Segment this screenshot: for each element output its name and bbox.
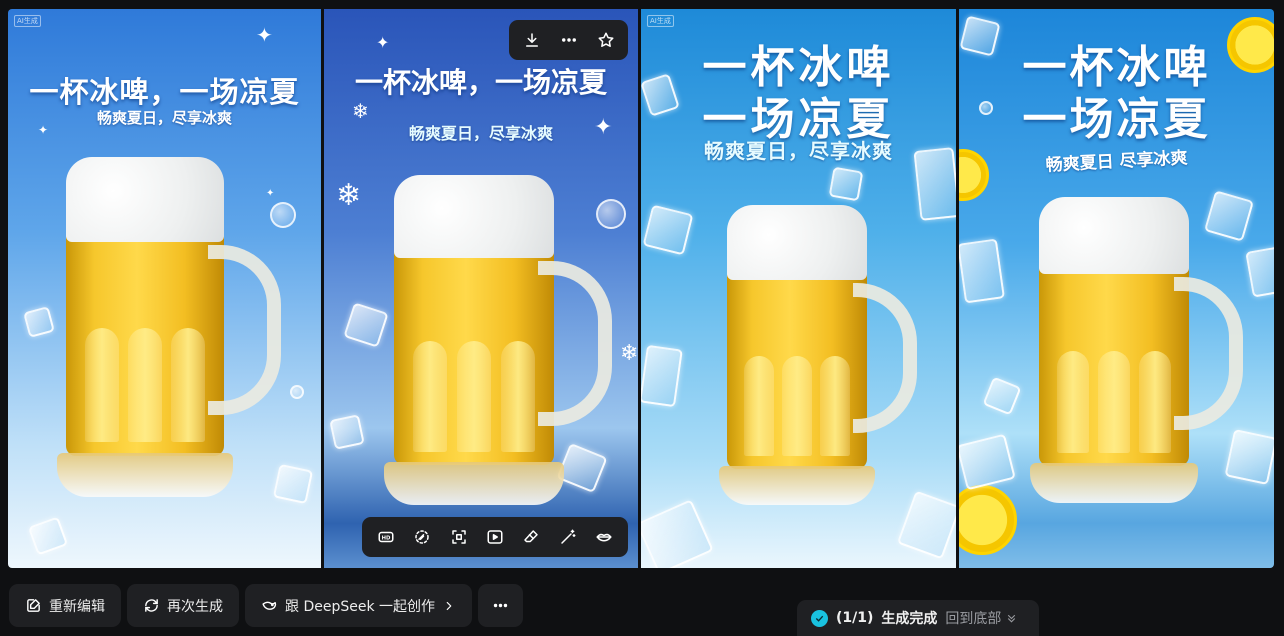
generated-image-2[interactable]: 一杯冰啤，一场凉夏 畅爽夏日，尽享冰爽 ✦ ✦ ❄ ❄ ❄ [324, 9, 638, 568]
ice-cube-icon [959, 433, 1016, 491]
edit-icon [27, 599, 40, 612]
more-icon [493, 603, 508, 608]
action-bar: 重新编辑 再次生成 跟 DeepSeek 一起创作 [9, 584, 524, 627]
star-icon[interactable] [593, 27, 619, 53]
lemon-slice-icon [1227, 17, 1274, 73]
ice-cube-icon [27, 516, 69, 556]
image-edit-toolbar: HD [362, 517, 628, 557]
ice-cube-icon [1203, 190, 1255, 242]
image-headline: 一杯冰啤，一场凉夏 [29, 75, 300, 109]
image-headline-line2: 一场凉夏 [1022, 94, 1211, 145]
ice-cube-icon [982, 376, 1022, 416]
image-subtitle: 畅爽夏日，尽享冰爽 [408, 124, 553, 143]
ai-tag: AI生成 [647, 15, 674, 27]
ice-cube-icon [1224, 428, 1274, 486]
status-progress: (1/1) [836, 610, 874, 626]
ice-cube-icon [828, 166, 864, 202]
beer-mug [718, 205, 918, 505]
deepseek-whale-icon [262, 601, 277, 610]
sparkle-icon: ✦ [38, 123, 49, 137]
snowflake-icon: ❄ [336, 178, 362, 213]
hd-icon[interactable]: HD [373, 524, 399, 550]
ice-cube-icon [913, 147, 956, 221]
ice-cube-icon [272, 463, 314, 505]
eraser-icon[interactable] [518, 524, 544, 550]
beer-mug [1030, 197, 1243, 503]
generated-images-strip: AI生成 一杯冰啤，一场凉夏 畅爽夏日，尽享冰爽 ✦ ✦ ✦ 一杯冰啤，一场凉夏… [8, 9, 1274, 568]
magic-wand-icon[interactable] [555, 524, 581, 550]
bubble-icon [270, 202, 296, 228]
erase-icon[interactable] [409, 524, 435, 550]
lips-icon[interactable] [591, 524, 617, 550]
generated-image-4[interactable]: 一杯冰啤 一场凉夏 畅爽夏日 尽享冰爽 [959, 9, 1274, 568]
ice-cube-icon [959, 238, 1005, 304]
ice-cube-icon [1245, 246, 1274, 298]
deepseek-create-button[interactable]: 跟 DeepSeek 一起创作 [245, 584, 473, 627]
download-icon[interactable] [519, 27, 545, 53]
sparkle-icon: ✦ [376, 33, 390, 52]
generation-status: (1/1) 生成完成 回到底部 [797, 600, 1039, 636]
bubble-icon [596, 199, 626, 229]
refresh-icon [145, 599, 158, 612]
ice-cube-icon [556, 442, 608, 494]
snowflake-icon: ❄ [620, 341, 638, 366]
sparkle-icon: ✦ [594, 115, 613, 140]
reedit-button[interactable]: 重新编辑 [9, 584, 121, 627]
image-headline: 一杯冰啤，一场凉夏 [354, 66, 607, 99]
regenerate-button[interactable]: 再次生成 [127, 584, 239, 627]
generated-image-3[interactable]: AI生成 一杯冰啤 一场凉夏 畅爽夏日，尽享冰爽 [641, 9, 956, 568]
sparkle-icon: ✦ [266, 188, 275, 199]
beer-mug [56, 157, 281, 497]
ice-cube-icon [329, 414, 365, 450]
play-icon[interactable] [482, 524, 508, 550]
ice-cube-icon [642, 204, 694, 256]
regenerate-label: 再次生成 [167, 598, 223, 615]
bubble-icon [979, 101, 993, 115]
more-icon[interactable] [556, 27, 582, 53]
ice-cube-icon [896, 490, 956, 560]
reedit-label: 重新编辑 [49, 598, 105, 615]
lemon-slice-icon [959, 485, 1017, 555]
image-subtitle: 畅爽夏日，尽享冰爽 [704, 139, 893, 163]
beer-mug [384, 175, 612, 505]
ai-tag: AI生成 [14, 15, 41, 27]
more-actions-button[interactable] [478, 584, 524, 627]
double-chevron-down-icon [1008, 614, 1016, 623]
ice-cube-icon [641, 344, 683, 408]
chevron-right-icon [446, 601, 452, 610]
expand-icon[interactable] [446, 524, 472, 550]
ice-cube-icon [641, 499, 714, 568]
status-text: 生成完成 [881, 611, 938, 627]
ice-cube-icon [343, 302, 389, 348]
image-top-toolbar [509, 20, 628, 60]
check-circle-icon [811, 609, 828, 627]
back-to-bottom-label: 回到底部 [945, 611, 1002, 627]
back-to-bottom-button[interactable]: 回到底部 [945, 608, 1018, 628]
image-subtitle: 畅爽夏日，尽享冰爽 [96, 109, 232, 127]
svg-text:HD: HD [382, 535, 391, 541]
deepseek-create-label: 跟 DeepSeek 一起创作 [285, 598, 436, 615]
snowflake-icon: ❄ [352, 99, 369, 123]
bubble-icon [290, 385, 304, 399]
sparkle-icon: ✦ [256, 23, 273, 47]
ice-cube-icon [23, 306, 55, 338]
generated-image-1[interactable]: AI生成 一杯冰啤，一场凉夏 畅爽夏日，尽享冰爽 ✦ ✦ ✦ [8, 9, 321, 568]
